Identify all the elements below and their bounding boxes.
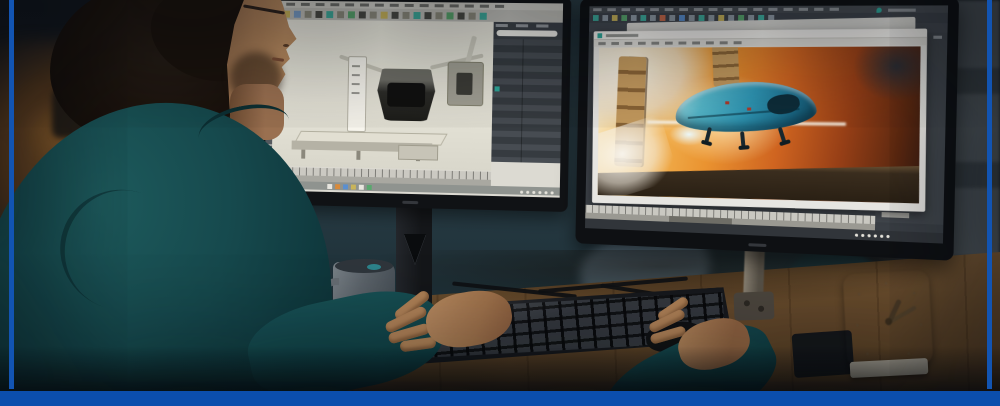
left-monitor-logo <box>402 200 419 205</box>
right-app-badge-icon <box>876 7 882 13</box>
cable-hole <box>404 234 426 264</box>
clock-pivot <box>884 317 893 326</box>
blue-accent-stripe-left <box>9 0 14 389</box>
person-nose-detail <box>283 44 289 47</box>
landing-foot <box>778 138 791 147</box>
landing-leg <box>738 131 750 150</box>
mug-rim <box>335 259 393 273</box>
model-side-panel <box>346 56 368 133</box>
mug-reflection <box>367 264 381 270</box>
blue-accent-bar-bottom <box>0 391 1000 406</box>
rendered-image <box>597 46 921 204</box>
platform-leg <box>301 149 306 159</box>
right-menu-text-blur <box>593 7 840 12</box>
landing-foot <box>738 144 750 150</box>
landing-leg <box>777 126 791 147</box>
status-mini-icons <box>327 183 333 190</box>
panel-search-field <box>496 29 558 37</box>
right-monitor-screen <box>585 5 949 244</box>
section-icon <box>494 86 500 92</box>
foreground-shadow <box>0 346 1000 392</box>
photo-canvas <box>0 0 1000 406</box>
blue-accent-stripe-right <box>987 0 992 389</box>
model-cockpit-pod <box>377 68 436 121</box>
left-palm <box>421 284 517 354</box>
crate-panel <box>456 72 473 96</box>
right-toolbar-icons <box>592 15 599 21</box>
dark-sky-corner <box>852 46 921 102</box>
teal-spaceship <box>665 76 826 157</box>
render-window-icon <box>597 33 603 39</box>
right-monitor-logo <box>748 243 767 248</box>
playback-buttons-blur <box>520 190 524 194</box>
left-monitor-screen <box>264 0 564 198</box>
cockpit-glass <box>387 83 425 108</box>
right-playback-buttons-blur <box>854 233 859 237</box>
model-crate <box>446 61 484 107</box>
platform-leg <box>356 150 361 160</box>
render-window-title-blur <box>605 33 639 38</box>
left-monitor <box>256 0 572 213</box>
hull-decals <box>725 101 730 105</box>
right-app-badge-text-blur <box>888 8 916 12</box>
panel-tabs-blur <box>495 23 557 28</box>
render-view-window <box>592 28 928 212</box>
modeling-viewport <box>271 19 494 171</box>
model-low-crate <box>398 144 439 161</box>
right-monitor <box>575 0 960 261</box>
attribute-rows <box>491 39 563 164</box>
panel-detail-marks <box>351 65 360 96</box>
attribute-editor-panel <box>491 21 563 164</box>
